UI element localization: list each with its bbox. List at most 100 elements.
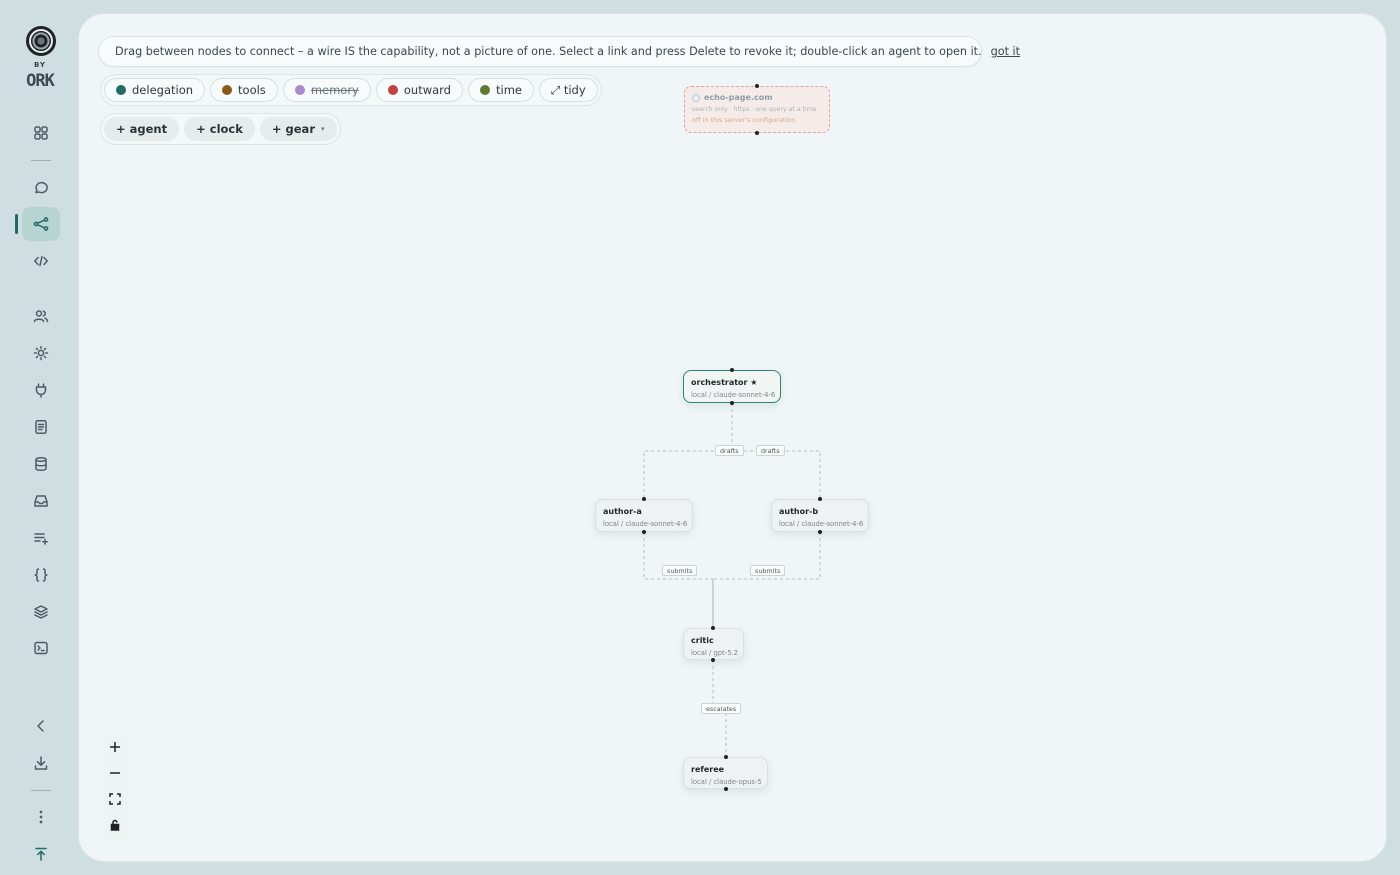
outward-color-dot — [387, 85, 398, 95]
layers-icon — [34, 605, 48, 619]
chat-bubble-icon — [35, 181, 48, 194]
add-clock-button[interactable]: + clock — [184, 117, 255, 141]
port-critic-top[interactable] — [711, 626, 715, 630]
agent-node-referee[interactable]: referee local / claude-opus-5 — [683, 757, 768, 789]
legend-delegation[interactable]: delegation — [104, 78, 206, 102]
lock-button[interactable] — [102, 812, 128, 838]
echo-title: echo-page.com — [704, 93, 773, 102]
braces-icon — [34, 568, 48, 582]
chevron-left-icon — [37, 720, 44, 732]
port-referee-bottom[interactable] — [724, 787, 728, 791]
hint-text: Drag between nodes to connect – a wire I… — [115, 45, 982, 58]
sidebar-item-queue[interactable] — [22, 521, 60, 555]
agent-name: referee — [691, 765, 725, 774]
document-icon — [35, 420, 47, 434]
echo-subtitle: search only · https · one query at a tim… — [692, 106, 817, 113]
share-nodes-icon — [33, 217, 49, 231]
agent-name: critic — [691, 636, 714, 645]
legend-tools[interactable]: tools — [210, 78, 278, 102]
zoom-out-button[interactable] — [102, 760, 128, 786]
sidebar-item-terminal[interactable] — [22, 631, 60, 665]
active-indicator — [15, 214, 18, 234]
port-referee-top[interactable] — [724, 755, 728, 759]
sidebar-item-users[interactable] — [22, 299, 60, 333]
sidebar-divider — [31, 160, 51, 161]
port-orchestrator-bottom[interactable] — [730, 401, 734, 405]
time-color-dot — [480, 85, 490, 95]
download-icon — [34, 756, 48, 770]
port-orchestrator-top[interactable] — [730, 368, 734, 372]
sidebar-item-plugins[interactable] — [22, 373, 60, 407]
grid-icon — [34, 126, 48, 140]
zoom-controls — [102, 734, 128, 838]
sidebar-item-json[interactable] — [22, 558, 60, 592]
echo-port-top[interactable] — [755, 84, 759, 88]
echo-status: off in this server's configuration — [692, 116, 796, 124]
memory-color-dot — [294, 85, 305, 95]
code-icon — [34, 255, 48, 267]
sidebar-item-settings[interactable] — [22, 336, 60, 370]
agent-node-author-b[interactable]: author-b local / claude-sonnet-4-6 — [771, 499, 869, 532]
legend-time[interactable]: time — [468, 78, 534, 102]
got-it-link[interactable]: got it — [991, 45, 1020, 58]
logo-by-text: BY — [33, 61, 47, 69]
sidebar-item-dashboard[interactable] — [22, 116, 60, 150]
sidebar-item-chat[interactable] — [22, 171, 60, 205]
tools-color-dot — [222, 85, 233, 95]
users-icon — [33, 310, 49, 323]
port-author-b-top[interactable] — [818, 497, 822, 501]
inbox-icon — [34, 495, 48, 507]
port-critic-bottom[interactable] — [711, 658, 715, 662]
sidebar-item-download[interactable] — [22, 746, 60, 780]
port-author-a-top[interactable] — [642, 497, 646, 501]
terminal-icon — [34, 641, 48, 655]
agent-name: author-a — [603, 507, 642, 516]
sun-gear-icon — [33, 345, 49, 361]
sidebar-item-graph[interactable] — [22, 207, 60, 241]
arrow-to-top-icon — [35, 847, 47, 861]
agent-node-critic[interactable]: critic local / gpt-5.2 — [683, 628, 744, 660]
lock-icon — [110, 819, 120, 831]
sidebar-item-docs[interactable] — [22, 410, 60, 444]
sidebar-item-more[interactable] — [22, 800, 60, 834]
sidebar-item-inbox[interactable] — [22, 484, 60, 518]
edge-label-drafts-b[interactable]: drafts — [756, 445, 785, 456]
agent-name: author-b — [779, 507, 819, 516]
sidebar-item-collapse[interactable] — [22, 709, 60, 743]
legend-memory[interactable]: memory — [282, 78, 371, 102]
edge-label-escalates[interactable]: escalates — [701, 703, 742, 714]
agent-model: local / gpt-5.2 — [691, 649, 739, 657]
echo-port-bottom[interactable] — [755, 131, 759, 135]
port-author-b-bottom[interactable] — [818, 530, 822, 534]
edge-label-drafts-a[interactable]: drafts — [715, 445, 744, 456]
add-gear-button[interactable]: + gear ▾ — [259, 117, 337, 141]
edge-label-submits-a[interactable]: submits — [662, 565, 698, 576]
echo-page-node[interactable]: echo-page.com search only · https · one … — [684, 86, 830, 133]
logo-wordmark: ORK — [26, 71, 55, 91]
plug-icon — [35, 383, 47, 398]
list-add-icon — [34, 533, 48, 545]
fit-view-button[interactable] — [102, 786, 128, 812]
sidebar-item-code[interactable] — [22, 244, 60, 278]
agent-model: local / claude-sonnet-4-6 — [779, 520, 864, 528]
agent-name: orchestrator ★ — [691, 378, 758, 387]
chevron-down-icon: ▾ — [321, 125, 325, 133]
ork-logo-icon — [26, 26, 56, 56]
port-author-a-bottom[interactable] — [642, 530, 646, 534]
plus-icon — [110, 742, 120, 752]
sidebar-item-layers[interactable] — [22, 595, 60, 629]
tidy-button[interactable]: ⤢ tidy — [538, 78, 598, 102]
more-vertical-icon — [39, 810, 43, 824]
add-agent-button[interactable]: + agent — [104, 117, 180, 141]
agent-model: local / claude-sonnet-4-6 — [691, 391, 776, 399]
sidebar: BY ORK — [0, 0, 80, 875]
database-icon — [35, 456, 47, 472]
legend-outward[interactable]: outward — [375, 78, 463, 102]
sidebar-item-database[interactable] — [22, 447, 60, 481]
agent-node-orchestrator[interactable]: orchestrator ★ local / claude-sonnet-4-6 — [683, 370, 781, 403]
agent-node-author-a[interactable]: author-a local / claude-sonnet-4-6 — [595, 499, 693, 532]
agent-model: local / claude-sonnet-4-6 — [603, 520, 688, 528]
edge-label-submits-b[interactable]: submits — [750, 565, 786, 576]
zoom-in-button[interactable] — [102, 734, 128, 760]
sidebar-item-top[interactable] — [22, 837, 60, 871]
